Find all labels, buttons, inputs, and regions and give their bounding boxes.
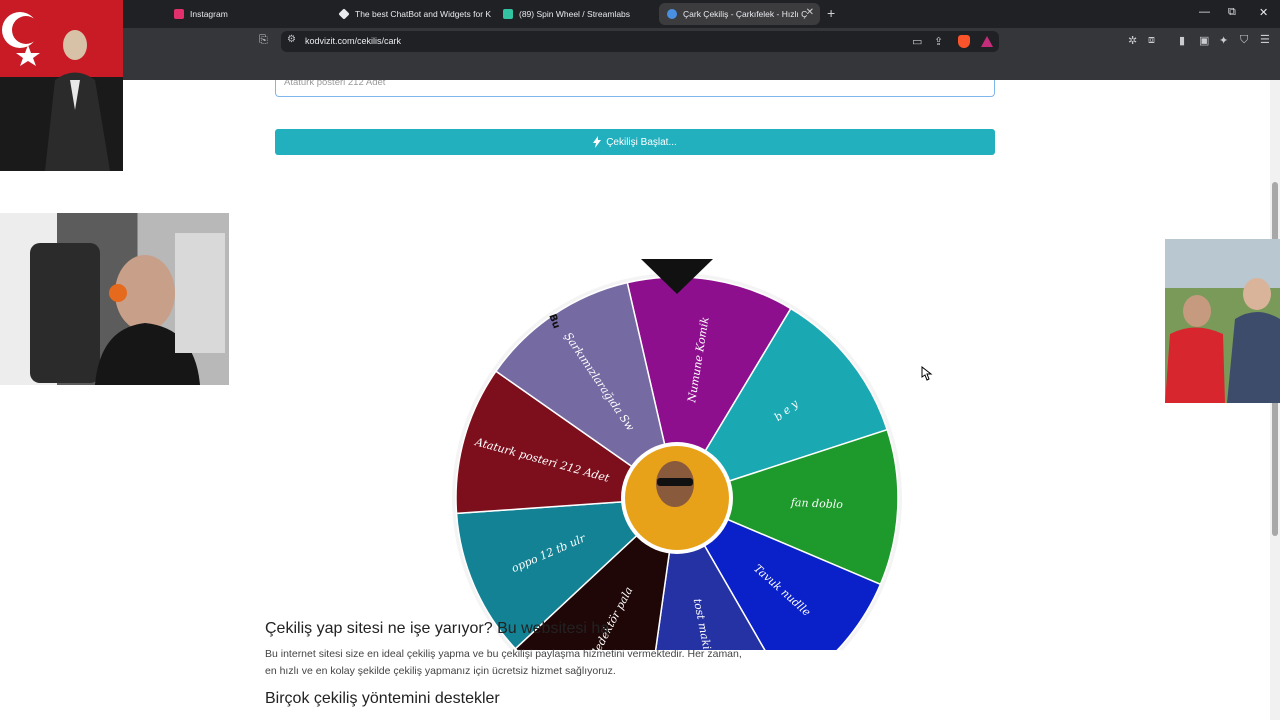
bookmark-icon[interactable]: ⎘ (259, 34, 268, 47)
maximize-button[interactable]: ⧉ (1228, 6, 1236, 19)
sidebar-icon[interactable]: ▮ (1179, 34, 1185, 47)
site-icon (667, 9, 677, 19)
vpn-shield-icon[interactable]: ⛉ (1240, 34, 1248, 47)
tab-label: Çark Çekiliş - Çarkıfelek - Hızlı Ç (683, 9, 808, 19)
tab-streamlabs[interactable]: (89) Spin Wheel / Streamlabs (495, 3, 655, 25)
tab-label: (89) Spin Wheel / Streamlabs (519, 9, 631, 19)
cast-icon[interactable]: ▭ (912, 35, 922, 48)
webcam-overlay (0, 213, 229, 385)
ataturk-flag-overlay (0, 0, 123, 171)
address-bar[interactable]: ⚙ kodvizit.com/cekilis/cark ▭ ⇪ (281, 31, 999, 52)
prize-wheel[interactable]: Numune Komikb e yfan dobloTavuk nudlleto… (440, 180, 920, 650)
flag-star-icon (2, 12, 110, 171)
translate-icon[interactable]: ⧈ (1148, 34, 1155, 47)
start-draw-label: Çekilişi Başlat... (606, 136, 677, 148)
tab-chatbot[interactable]: The best ChatBot and Widgets for Ki (331, 3, 491, 25)
brave-shields-icon[interactable] (958, 35, 970, 48)
section-heading-methods: Birçok çekiliş yöntemini destekler (265, 690, 500, 707)
streamlabs-icon (503, 9, 513, 19)
section-heading-purpose: Çekiliş yap sitesi ne işe yarıyor? Bu we… (265, 620, 610, 637)
instagram-icon (174, 9, 184, 19)
wheel-segment-label: fan doblo (790, 496, 844, 511)
streamer-figure (30, 233, 225, 385)
textarea-value: Ataturk posteri 212 Adet (284, 80, 386, 88)
photo-overlay (1165, 239, 1280, 403)
minimize-button[interactable]: — (1199, 6, 1210, 18)
tab-label: Instagram (190, 9, 228, 19)
page-content: Ataturk posteri 212 Adet Çekilişi Başlat… (0, 80, 1270, 720)
entries-textarea[interactable]: Ataturk posteri 212 Adet (275, 80, 995, 97)
url-text: kodvizit.com/cekilis/cark (305, 36, 402, 46)
close-window-button[interactable]: ✕ (1259, 6, 1268, 19)
leo-ai-icon[interactable]: ✦ (1219, 34, 1228, 47)
avatar-glasses (657, 478, 693, 486)
mouse-cursor-icon (921, 366, 933, 381)
lightning-bolt-icon (593, 136, 602, 148)
section-paragraph-purpose: Bu internet sitesi size en ideal çekiliş… (265, 648, 742, 677)
tab-label: The best ChatBot and Widgets for Ki (355, 9, 491, 19)
tab-instagram[interactable]: Instagram (166, 3, 326, 25)
start-draw-button[interactable]: Çekilişi Başlat... (275, 129, 995, 155)
wallet-icon[interactable]: ▣ (1199, 34, 1209, 47)
site-info-icon[interactable]: ⚙ (287, 34, 296, 45)
photo-figures (1165, 278, 1280, 403)
share-icon[interactable]: ⇪ (934, 35, 943, 48)
menu-icon[interactable]: ☰ (1260, 33, 1270, 46)
brave-rewards-icon[interactable] (981, 36, 993, 47)
diamond-icon (338, 8, 350, 20)
extensions-icon[interactable]: ✲ (1128, 34, 1137, 47)
tab-cark-cekilis[interactable]: Çark Çekiliş - Çarkıfelek - Hızlı Ç ✕ (659, 3, 820, 25)
close-tab-icon[interactable]: ✕ (806, 7, 814, 18)
browser-tab-bar: Instagram The best ChatBot and Widgets f… (0, 0, 1280, 28)
toolbar-band (0, 56, 1280, 80)
new-tab-button[interactable]: + (827, 5, 835, 21)
